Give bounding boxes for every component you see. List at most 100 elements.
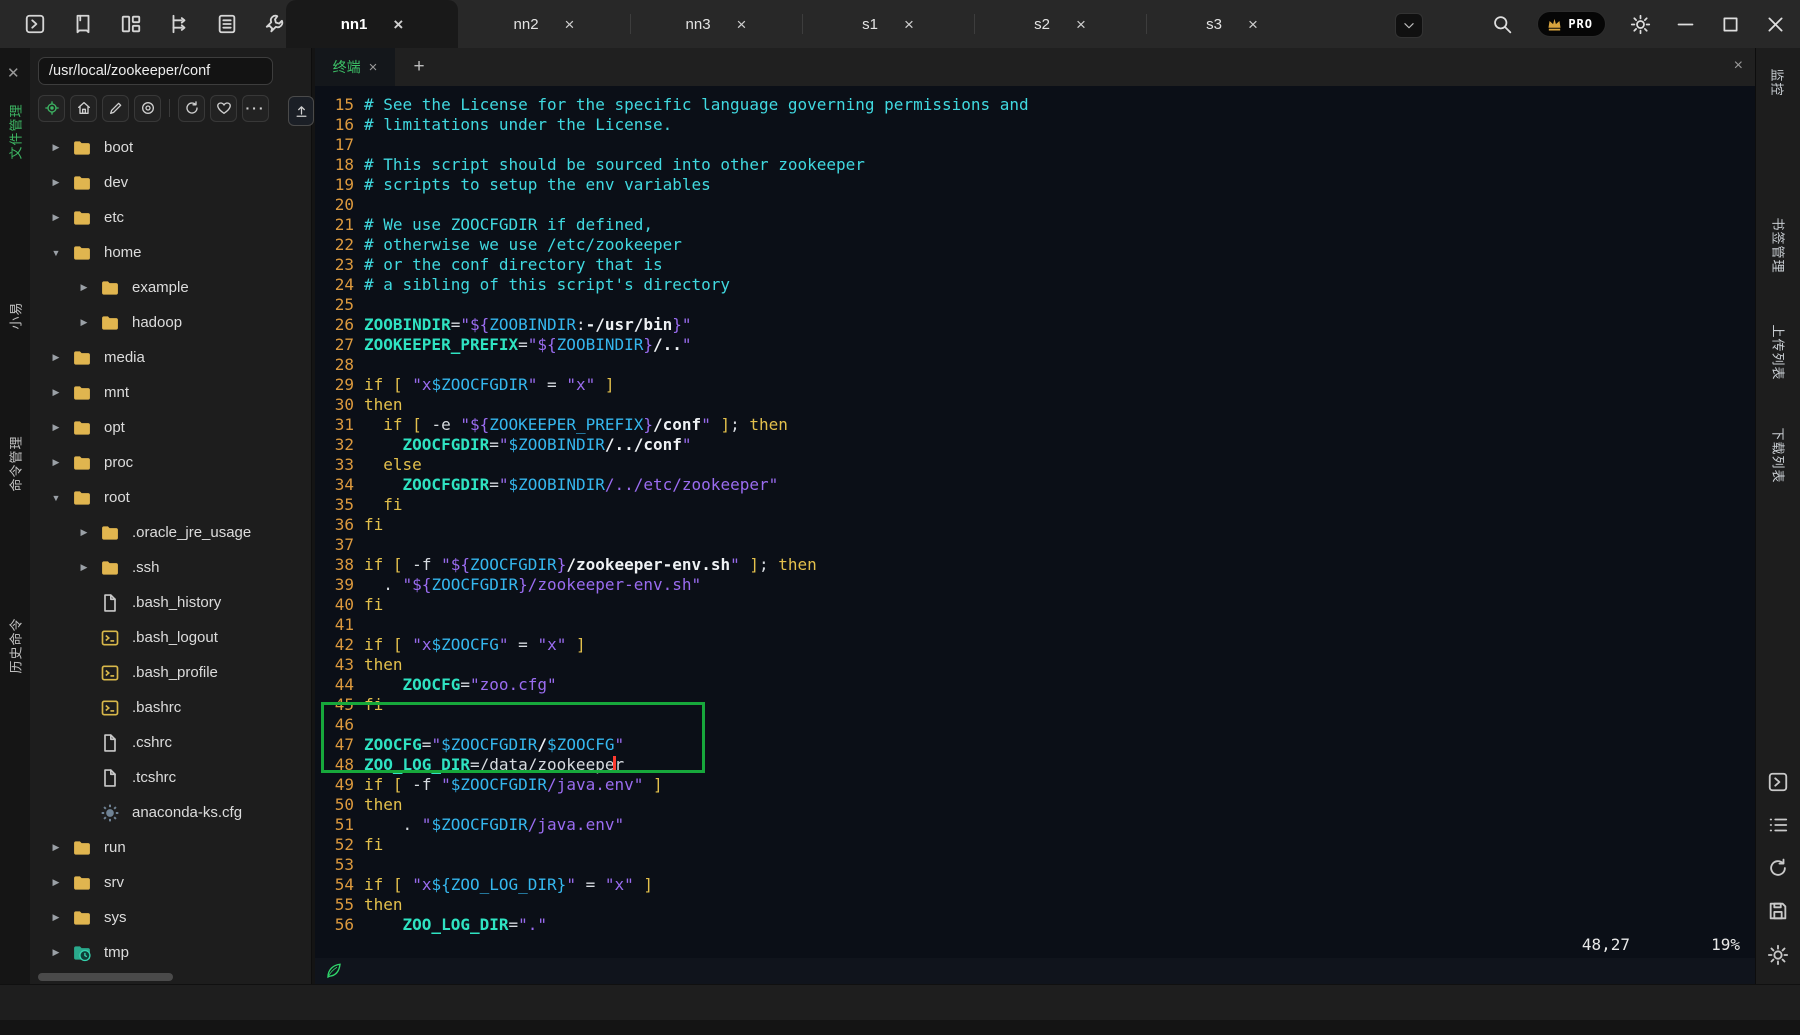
session-tab-s3[interactable]: s3× [1146, 0, 1318, 48]
tree-item-dev[interactable]: ▶dev [30, 165, 312, 200]
tree-item-.bashrc[interactable]: .bashrc [30, 690, 312, 725]
rail-refresh-icon[interactable] [1767, 857, 1789, 879]
code-line-43: 43then [315, 655, 1755, 675]
tree-expander-icon[interactable]: ▶ [48, 877, 64, 888]
tree-expander-icon[interactable]: ▶ [76, 282, 92, 293]
tree-item-opt[interactable]: ▶opt [30, 410, 312, 445]
tree-expander-icon[interactable]: ▶ [48, 352, 64, 363]
rail-item-书签管理[interactable]: 书签管理 [1756, 190, 1800, 300]
terminal-tab-close-icon[interactable]: × [369, 59, 378, 76]
session-tab-nn1[interactable]: nn1× [286, 0, 458, 48]
sessions-icon[interactable] [72, 13, 94, 35]
toolbar-refresh-icon[interactable] [178, 95, 205, 122]
window-minimize-button[interactable] [1675, 14, 1696, 35]
tree-expander-icon[interactable]: ▶ [76, 562, 92, 573]
rail-item-监控[interactable]: 监控 [1756, 27, 1800, 137]
tree-item-.cshrc[interactable]: .cshrc [30, 725, 312, 760]
settings-gear-icon[interactable] [1630, 14, 1651, 35]
tree-item-mnt[interactable]: ▶mnt [30, 375, 312, 410]
new-terminal-icon[interactable] [24, 13, 46, 35]
tree-expander-icon[interactable]: ▶ [76, 527, 92, 538]
tree-item-srv[interactable]: ▶srv [30, 865, 312, 900]
tree-item-proc[interactable]: ▶proc [30, 445, 312, 480]
vim-editor[interactable]: 15# See the License for the specific lan… [315, 86, 1755, 958]
tree-expander-icon[interactable]: ▶ [48, 912, 64, 923]
layout-icon[interactable] [120, 13, 142, 35]
tree-expander-icon[interactable]: ▶ [48, 142, 64, 153]
sitemap-icon[interactable] [168, 13, 190, 35]
toolbar-eye-icon[interactable] [134, 95, 161, 122]
tree-expander-icon[interactable]: ▶ [48, 842, 64, 853]
session-tab-nn2[interactable]: nn2× [458, 0, 630, 48]
tab-close-icon[interactable]: × [904, 16, 914, 33]
tree-item-root[interactable]: ▼root [30, 480, 312, 515]
tree-item-media[interactable]: ▶media [30, 340, 312, 375]
rail-item-下载列表[interactable]: 下载列表 [1756, 400, 1800, 510]
rail-save-icon[interactable] [1767, 900, 1789, 922]
tree-item-anaconda-ks.cfg[interactable]: anaconda-ks.cfg [30, 795, 312, 830]
new-terminal-tab-button[interactable]: + [407, 55, 431, 79]
terminal-tab[interactable]: 终端 × [315, 48, 395, 86]
toolbar-heart-icon[interactable] [210, 95, 237, 122]
window-maximize-button[interactable] [1720, 14, 1741, 35]
tree-item-etc[interactable]: ▶etc [30, 200, 312, 235]
tree-item-.tcshrc[interactable]: .tcshrc [30, 760, 312, 795]
wrench-icon[interactable] [264, 13, 286, 35]
tree-expander-icon[interactable]: ▼ [48, 493, 64, 503]
tree-item-.bash_logout[interactable]: .bash_logout [30, 620, 312, 655]
tree-expander-icon[interactable]: ▶ [48, 457, 64, 468]
tab-close-icon[interactable]: × [1248, 16, 1258, 33]
tree-horizontal-scrollbar[interactable] [38, 973, 173, 981]
line-number: 15 [325, 95, 354, 115]
rail-list-icon[interactable] [1767, 814, 1789, 836]
tab-close-icon[interactable]: × [1076, 16, 1086, 33]
tab-close-icon[interactable]: × [393, 16, 403, 33]
session-tab-nn3[interactable]: nn3× [630, 0, 802, 48]
tree-expander-icon[interactable]: ▶ [48, 387, 64, 398]
tree-item-boot[interactable]: ▶boot [30, 130, 312, 165]
tree-expander-icon[interactable]: ▶ [48, 177, 64, 188]
toolbar-pen-icon[interactable] [102, 95, 129, 122]
tree-item-sys[interactable]: ▶sys [30, 900, 312, 935]
code-token [595, 375, 605, 394]
tab-overflow-button[interactable] [1395, 13, 1423, 38]
toolbar-target-icon[interactable] [38, 95, 65, 122]
tree-expander-icon[interactable]: ▼ [48, 248, 64, 258]
upload-button[interactable] [288, 96, 314, 126]
rail-terminal-window-icon[interactable] [1767, 771, 1789, 793]
pro-badge[interactable]: PRO [1537, 11, 1606, 37]
file-tree: ▶boot▶dev▶etc▼home▶example▶hadoop▶media▶… [30, 130, 312, 970]
tree-item-run[interactable]: ▶run [30, 830, 312, 865]
tree-expander-icon[interactable]: ▶ [76, 317, 92, 328]
rail-gear-icon[interactable] [1767, 944, 1789, 966]
rail-item-历史命令[interactable]: 历史命令 [0, 585, 30, 705]
tree-expander-icon[interactable]: ▶ [48, 947, 64, 958]
session-tab-s1[interactable]: s1× [802, 0, 974, 48]
tab-close-icon[interactable]: × [737, 16, 747, 33]
path-input[interactable]: /usr/local/zookeeper/conf [38, 57, 273, 85]
tree-item-.bash_history[interactable]: .bash_history [30, 585, 312, 620]
session-tab-s2[interactable]: s2× [974, 0, 1146, 48]
code-token: " [701, 415, 711, 434]
tree-expander-icon[interactable]: ▶ [48, 422, 64, 433]
rail-item-上传列表[interactable]: 上传列表 [1756, 297, 1800, 407]
rail-item-命令管理[interactable]: 命令管理 [0, 403, 30, 523]
tab-close-icon[interactable]: × [565, 16, 575, 33]
tree-item-.oracle_jre_usage[interactable]: ▶.oracle_jre_usage [30, 515, 312, 550]
tree-item-.ssh[interactable]: ▶.ssh [30, 550, 312, 585]
tree-item-.bash_profile[interactable]: .bash_profile [30, 655, 312, 690]
rail-item-文件管理[interactable]: 文件管理 [0, 71, 30, 191]
tree-item-hadoop[interactable]: ▶hadoop [30, 305, 312, 340]
server-list-icon[interactable] [216, 13, 238, 35]
tree-item-home[interactable]: ▼home [30, 235, 312, 270]
tree-expander-icon[interactable]: ▶ [48, 212, 64, 223]
toolbar-more-icon[interactable]: ··· [242, 95, 269, 122]
tree-item-example[interactable]: ▶example [30, 270, 312, 305]
leaf-icon[interactable] [325, 962, 343, 980]
search-icon[interactable] [1492, 14, 1513, 35]
tree-item-tmp[interactable]: ▶tmp [30, 935, 312, 970]
rail-item-小易[interactable]: 小易 [0, 255, 30, 375]
terminal-panel-close-icon[interactable]: × [1734, 57, 1743, 75]
code-token [364, 455, 383, 474]
toolbar-home-icon[interactable] [70, 95, 97, 122]
